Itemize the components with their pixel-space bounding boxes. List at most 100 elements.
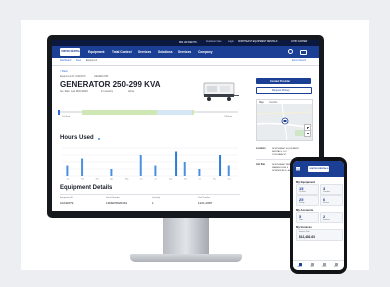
- mobile-stat-tile[interactable]: 6 Service: [320, 195, 343, 206]
- equipment-id-label: Equipment ID: 10240079: [60, 76, 86, 78]
- user-name[interactable]: JOHN CARTER: [291, 41, 307, 43]
- home-icon[interactable]: [299, 263, 302, 266]
- menu-icon[interactable]: [296, 167, 300, 168]
- desktop-monitor: 800.UR.RENTS Customer Care Login NORTHEA…: [47, 35, 324, 218]
- location-label: Location: [256, 148, 266, 150]
- details-divider: [60, 194, 240, 195]
- chart-bar[interactable]: [183, 162, 186, 176]
- meta-rate: Ser. Rate: Low 48/10 MAIN: [60, 91, 88, 93]
- chart-x-tick-label: Jul: [154, 179, 157, 181]
- breadcrumb-fleet[interactable]: Fleet: [76, 60, 81, 62]
- mobile-stat-tile[interactable]: 5 Jobs: [296, 212, 319, 223]
- location-line: 1234 MAIN ST: [272, 154, 287, 156]
- tab-orders[interactable]: Orders: [322, 267, 327, 268]
- account-name[interactable]: NORTHEAST EQUIPMENT RENTALS: [238, 41, 277, 43]
- nav-total-control[interactable]: Total Control: [112, 50, 132, 54]
- chart-x-tick-label: Apr: [110, 178, 113, 181]
- desktop-screen: 800.UR.RENTS Customer Care Login NORTHEA…: [52, 40, 319, 211]
- chart-x-tick-label: Sep: [184, 179, 187, 181]
- orders-icon[interactable]: [323, 263, 326, 266]
- contact-provider-button[interactable]: Contact Provider: [256, 78, 311, 84]
- logo[interactable]: UNITED RENTALS: [60, 48, 82, 56]
- tab-fleet[interactable]: Fleet: [310, 267, 314, 268]
- chart-x-tick-label: Nov: [213, 179, 216, 181]
- meta-inventory: In Inventory: [101, 91, 114, 93]
- breadcrumb-dashboard[interactable]: Dashboard: [60, 60, 71, 62]
- tab-more[interactable]: More: [334, 267, 338, 268]
- cart-icon[interactable]: [300, 49, 307, 55]
- chart-bar[interactable]: [66, 165, 69, 177]
- location-line: RENTALS, LLC: [272, 151, 288, 153]
- equipment-title: GENERATOR 250-299 KVA: [60, 80, 161, 89]
- tab-home[interactable]: Home: [298, 267, 302, 268]
- nav-services-2[interactable]: Services: [178, 50, 191, 54]
- location-map[interactable]: Map Satellite: [256, 99, 313, 141]
- jobsite-line: SPRINGFIELD, MA: [272, 170, 292, 172]
- request-pickup-button[interactable]: Request Pickup: [256, 87, 312, 94]
- customer-care-link[interactable]: Customer Care: [206, 41, 222, 43]
- search-icon[interactable]: [288, 49, 293, 54]
- detail-value: 13DEP0820461: [106, 201, 128, 205]
- chart-bar[interactable]: [154, 165, 157, 177]
- timeline-left-label: On Rent: [62, 116, 71, 118]
- mobile-phone: UNITED RENTALS My Equipment 15 On Rent 3…: [290, 157, 347, 274]
- chart-bar[interactable]: [198, 169, 201, 176]
- timeline-start-marker[interactable]: [58, 109, 60, 115]
- chart-bar[interactable]: [175, 151, 178, 177]
- breadcrumb: Dashboard Fleet Equipment Export Report: [52, 58, 319, 66]
- chart-x-tick-label: Oct: [198, 178, 201, 181]
- hours-used-title: Hours Used: [60, 135, 94, 141]
- mobile-stat-tile[interactable]: 25 Pickup: [296, 195, 319, 206]
- detail-label: Part Number: [198, 197, 211, 199]
- detail-value: 10240079: [60, 201, 74, 205]
- mobile-invoice-card[interactable]: Invoice Due $12,481.63: [296, 229, 343, 241]
- mobile-stat-tile[interactable]: 15 On Rent: [296, 184, 319, 195]
- rental-timeline: [58, 109, 238, 115]
- meta-active: Active: [128, 91, 135, 93]
- main-nav: UNITED RENTALS Equipment Total Control S…: [52, 46, 319, 58]
- chart-x-tick-label: Jun: [140, 179, 143, 181]
- mobile-tab-bar: Home Fleet Orders More: [293, 260, 344, 270]
- chart-x-tick-label: Aug: [169, 178, 172, 181]
- chart-bar[interactable]: [219, 155, 222, 176]
- phone-number[interactable]: 800.UR.RENTS: [179, 41, 197, 44]
- mobile-screen: UNITED RENTALS My Equipment 15 On Rent 3…: [293, 161, 344, 270]
- chart-bar[interactable]: [227, 165, 230, 177]
- nav-company[interactable]: Company: [198, 50, 213, 54]
- chart-x-tick-label: Mar: [96, 179, 99, 181]
- more-icon[interactable]: [335, 263, 338, 266]
- detail-label: Equipment ID: [60, 197, 74, 199]
- mobile-stat-tile[interactable]: 3 Overdue: [320, 184, 343, 195]
- timeline-right-label: Off Rent: [224, 116, 233, 118]
- monitor-stand-base: [130, 254, 242, 262]
- login-link[interactable]: Login: [228, 41, 234, 43]
- nav-services[interactable]: Services: [138, 50, 151, 54]
- breadcrumb-equipment[interactable]: Equipment: [86, 60, 97, 62]
- chart-bar[interactable]: [81, 158, 84, 177]
- mobile-stat-tile[interactable]: 2 Invoices: [320, 212, 343, 223]
- chart-bar[interactable]: [139, 155, 142, 176]
- zoom-out-button[interactable]: [304, 130, 311, 137]
- nav-equipment[interactable]: Equipment: [88, 50, 104, 54]
- back-link[interactable]: < Back: [60, 70, 68, 73]
- fleet-icon[interactable]: [311, 263, 314, 266]
- generator-image: [203, 82, 239, 101]
- chart-x-tick-label: May: [125, 179, 128, 181]
- chart-x-tick-label: Jan: [66, 179, 69, 181]
- equipment-category: GENERATOR: [94, 76, 109, 78]
- chart-x-tick-label: Feb: [81, 179, 84, 181]
- monitor-stand-neck: [163, 218, 209, 258]
- detail-value: 1221-0087: [198, 201, 213, 205]
- location-line: NORTHEAST EQUIPMENT: [272, 148, 300, 150]
- mobile-header: UNITED RENTALS: [293, 161, 344, 177]
- export-report-link[interactable]: Export Report: [292, 60, 306, 62]
- jobsite-label: Job Site: [256, 164, 265, 166]
- details-title: Equipment Details: [60, 185, 113, 191]
- nav-solutions[interactable]: Solutions: [158, 50, 173, 54]
- timeline-range-future: [157, 109, 192, 115]
- info-icon[interactable]: [98, 138, 100, 140]
- detail-label: Quantity: [152, 197, 161, 199]
- chart-bar[interactable]: [110, 169, 113, 176]
- mobile-logo[interactable]: UNITED RENTALS: [308, 166, 329, 172]
- hours-chart: Jan Feb Mar Apr May Jun Jul Aug Sep Oct Nov Dec: [62, 147, 238, 181]
